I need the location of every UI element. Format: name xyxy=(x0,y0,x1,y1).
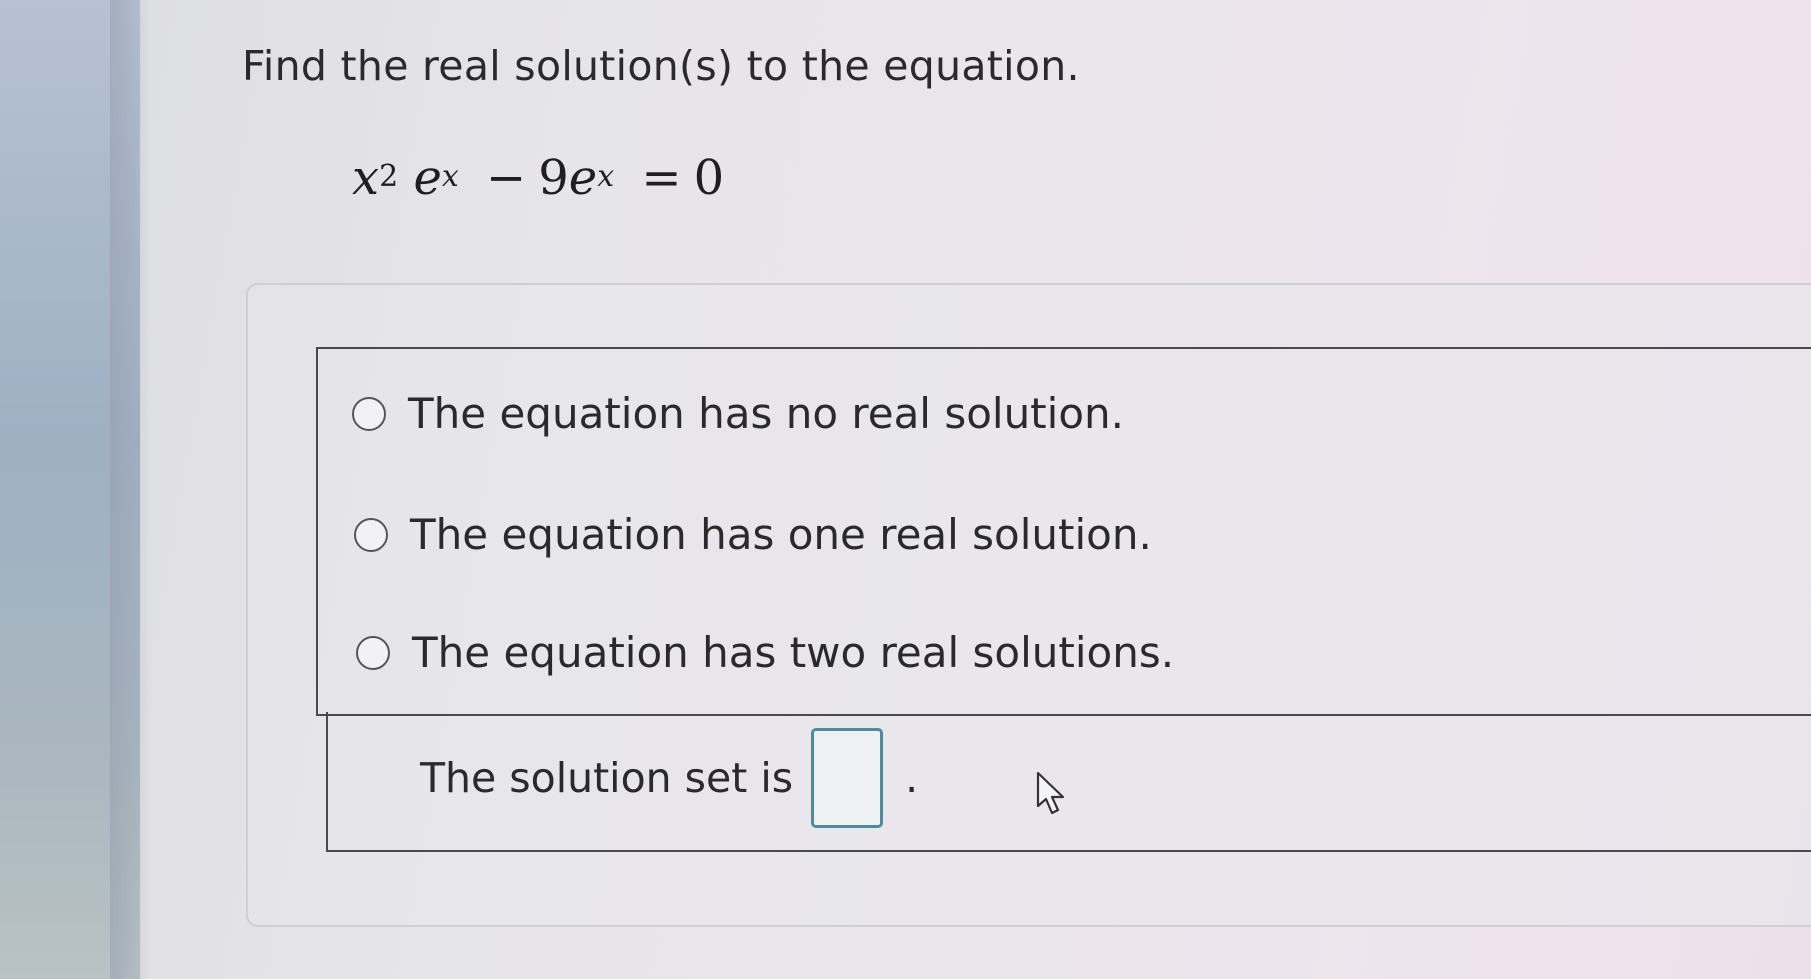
choice-no-solution[interactable]: The equation has no real solution. xyxy=(352,389,1124,438)
radio-icon[interactable] xyxy=(354,517,388,552)
eq-e-2: e xyxy=(568,150,598,206)
eq-rhs: 0 xyxy=(693,150,725,206)
eq-exponent-x: x xyxy=(441,159,459,194)
choice-one-solution[interactable]: The equation has one real solution. xyxy=(354,510,1152,559)
choice-two-solutions[interactable]: The equation has two real solutions. xyxy=(356,628,1174,677)
eq-exponent-x-2: x xyxy=(597,159,615,194)
eq-exponent-2: 2 xyxy=(379,159,399,194)
eq-e: e xyxy=(413,150,442,206)
choice-label: The equation has no real solution. xyxy=(408,389,1124,438)
eq-minus: − xyxy=(486,150,527,206)
eq-x: x xyxy=(352,150,380,206)
choice-label: The equation has two real solutions. xyxy=(412,628,1175,677)
mouse-pointer-icon xyxy=(1036,771,1065,815)
solution-set-row: The solution set is . xyxy=(420,728,918,828)
choice-label: The equation has one real solution. xyxy=(410,510,1152,559)
background-shadow xyxy=(110,0,150,979)
eq-coefficient: 9 xyxy=(538,150,569,206)
radio-icon[interactable] xyxy=(352,396,386,431)
radio-icon[interactable] xyxy=(356,635,390,670)
question-prompt: Find the real solution(s) to the equatio… xyxy=(242,42,1080,90)
equation: x2 ex −9ex = 0 xyxy=(352,150,724,206)
eq-equals: = xyxy=(641,150,682,206)
solution-set-label: The solution set is xyxy=(420,754,794,802)
solution-set-input[interactable] xyxy=(811,728,884,828)
solution-set-period: . xyxy=(905,754,919,802)
